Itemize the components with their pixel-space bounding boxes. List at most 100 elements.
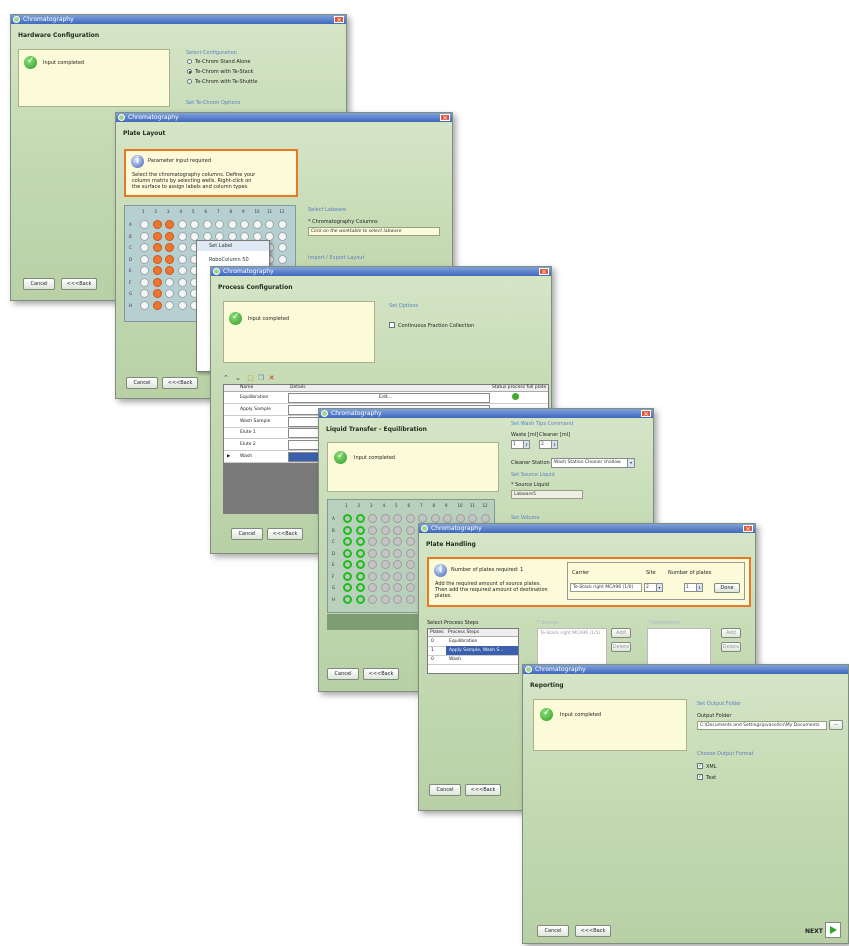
plate-well[interactable] bbox=[177, 266, 187, 275]
close-icon[interactable]: × bbox=[743, 525, 753, 533]
close-icon[interactable]: × bbox=[440, 114, 450, 122]
browse-button[interactable]: ... bbox=[829, 720, 843, 730]
table-row[interactable]: 0 Wash bbox=[428, 655, 518, 665]
plate-well[interactable] bbox=[405, 583, 415, 592]
labware-field[interactable]: Click on the worktable to select labware bbox=[308, 227, 440, 236]
plate-well[interactable] bbox=[165, 277, 174, 287]
move-down-icon[interactable]: ⌄ bbox=[235, 374, 241, 382]
plate-well[interactable] bbox=[277, 243, 287, 252]
plate-well[interactable] bbox=[152, 277, 162, 287]
plate-well[interactable] bbox=[480, 514, 490, 523]
close-icon[interactable]: × bbox=[334, 16, 344, 24]
cleaner-spinner[interactable]: ⇕ bbox=[551, 440, 558, 449]
plate-well[interactable] bbox=[380, 537, 390, 546]
plate-well[interactable] bbox=[215, 220, 224, 229]
source-item[interactable]: Te-Stack right MCA96 (1/1) bbox=[540, 631, 600, 636]
plate-well[interactable] bbox=[152, 266, 162, 275]
plate-well[interactable] bbox=[265, 220, 274, 229]
plate-well[interactable] bbox=[177, 289, 187, 298]
plate-well[interactable] bbox=[443, 514, 452, 523]
back-button[interactable]: <<<Back bbox=[575, 925, 611, 937]
plate-well[interactable] bbox=[355, 583, 365, 592]
plate-well[interactable] bbox=[177, 231, 187, 241]
plate-well[interactable] bbox=[140, 289, 149, 298]
plate-well[interactable] bbox=[140, 231, 149, 241]
menu-item-set-label[interactable]: Set Label bbox=[209, 243, 232, 249]
radio-te-shuttle[interactable] bbox=[187, 79, 192, 84]
done-button[interactable]: Done bbox=[714, 583, 740, 593]
plate-well[interactable] bbox=[380, 514, 390, 523]
plate-well[interactable] bbox=[152, 243, 162, 252]
plate-well[interactable] bbox=[418, 514, 427, 523]
plate-well[interactable] bbox=[190, 220, 199, 229]
destination-list[interactable] bbox=[647, 628, 711, 666]
plate-well[interactable] bbox=[405, 514, 415, 523]
plate-well[interactable] bbox=[177, 300, 187, 310]
delete-destination-button[interactable]: Delete bbox=[721, 642, 741, 652]
plate-well[interactable] bbox=[468, 514, 477, 523]
back-button[interactable]: <<<Back bbox=[61, 278, 97, 290]
copy-icon[interactable]: ❐ bbox=[258, 374, 264, 382]
site-dropdown[interactable]: ▾ bbox=[656, 583, 663, 592]
continuous-fraction-checkbox[interactable] bbox=[389, 322, 395, 328]
plate-well[interactable] bbox=[140, 277, 149, 287]
close-icon[interactable]: × bbox=[641, 410, 651, 418]
add-destination-button[interactable]: Add bbox=[721, 628, 741, 638]
output-folder-field[interactable]: C:\Documents and Settings\pvass4cn\My Do… bbox=[697, 721, 827, 730]
cleaner-station-select[interactable]: Wash Station Cleaner shallow ▾ bbox=[551, 458, 635, 468]
plate-well[interactable] bbox=[152, 300, 162, 310]
plate-well[interactable] bbox=[165, 289, 174, 298]
plate-well[interactable] bbox=[380, 583, 390, 592]
num-plates-spinner[interactable]: ⇕ bbox=[696, 583, 703, 592]
plate-well[interactable] bbox=[380, 594, 390, 604]
radio-stand-alone[interactable] bbox=[187, 59, 192, 64]
plate-well[interactable] bbox=[277, 220, 287, 229]
carrier-field[interactable]: Te-Stack right MCA96 (1/0) bbox=[570, 583, 642, 592]
add-source-button[interactable]: Add bbox=[611, 628, 631, 638]
plate-well[interactable] bbox=[240, 220, 249, 229]
plate-well[interactable] bbox=[355, 548, 365, 558]
plate-well[interactable] bbox=[380, 560, 390, 569]
plate-well[interactable] bbox=[165, 254, 174, 264]
plate-well[interactable] bbox=[393, 548, 402, 558]
plate-well[interactable] bbox=[380, 571, 390, 581]
back-button[interactable]: <<<Back bbox=[267, 528, 303, 540]
plate-well[interactable] bbox=[165, 231, 174, 241]
plate-well[interactable] bbox=[368, 525, 377, 535]
plate-well[interactable] bbox=[455, 514, 465, 523]
xml-checkbox[interactable]: ✓ bbox=[697, 763, 703, 769]
plate-well[interactable] bbox=[368, 571, 377, 581]
plate-well[interactable] bbox=[177, 243, 187, 252]
plate-well[interactable] bbox=[277, 254, 287, 264]
delete-source-button[interactable]: Delete bbox=[611, 642, 631, 652]
plate-well[interactable] bbox=[368, 537, 377, 546]
plate-well[interactable] bbox=[165, 266, 174, 275]
waste-spinner[interactable]: ⇕ bbox=[523, 440, 530, 449]
plate-well[interactable] bbox=[393, 525, 402, 535]
plate-well[interactable] bbox=[355, 525, 365, 535]
plate-well[interactable] bbox=[368, 560, 377, 569]
plate-well[interactable] bbox=[380, 525, 390, 535]
close-icon[interactable]: × bbox=[539, 268, 549, 276]
plate-well[interactable] bbox=[165, 220, 174, 229]
plate-well[interactable] bbox=[343, 560, 352, 569]
plate-well[interactable] bbox=[343, 525, 352, 535]
plate-well[interactable] bbox=[227, 220, 237, 229]
plate-well[interactable] bbox=[140, 243, 149, 252]
move-up-icon[interactable]: ⌃ bbox=[223, 374, 229, 382]
plate-well[interactable] bbox=[405, 537, 415, 546]
plate-well[interactable] bbox=[152, 220, 162, 229]
new-icon[interactable]: ▢ bbox=[247, 374, 254, 382]
cancel-button[interactable]: Cancel bbox=[429, 784, 461, 796]
back-button[interactable]: <<<Back bbox=[363, 668, 399, 680]
plate-well[interactable] bbox=[177, 254, 187, 264]
plate-well[interactable] bbox=[355, 537, 365, 546]
cancel-button[interactable]: Cancel bbox=[537, 925, 569, 937]
plate-well[interactable] bbox=[368, 514, 377, 523]
plate-well[interactable] bbox=[343, 583, 352, 592]
plate-well[interactable] bbox=[140, 300, 149, 310]
plate-well[interactable] bbox=[393, 583, 402, 592]
cancel-button[interactable]: Cancel bbox=[327, 668, 359, 680]
plate-well[interactable] bbox=[405, 548, 415, 558]
edit-link[interactable]: Edit... bbox=[379, 395, 392, 400]
